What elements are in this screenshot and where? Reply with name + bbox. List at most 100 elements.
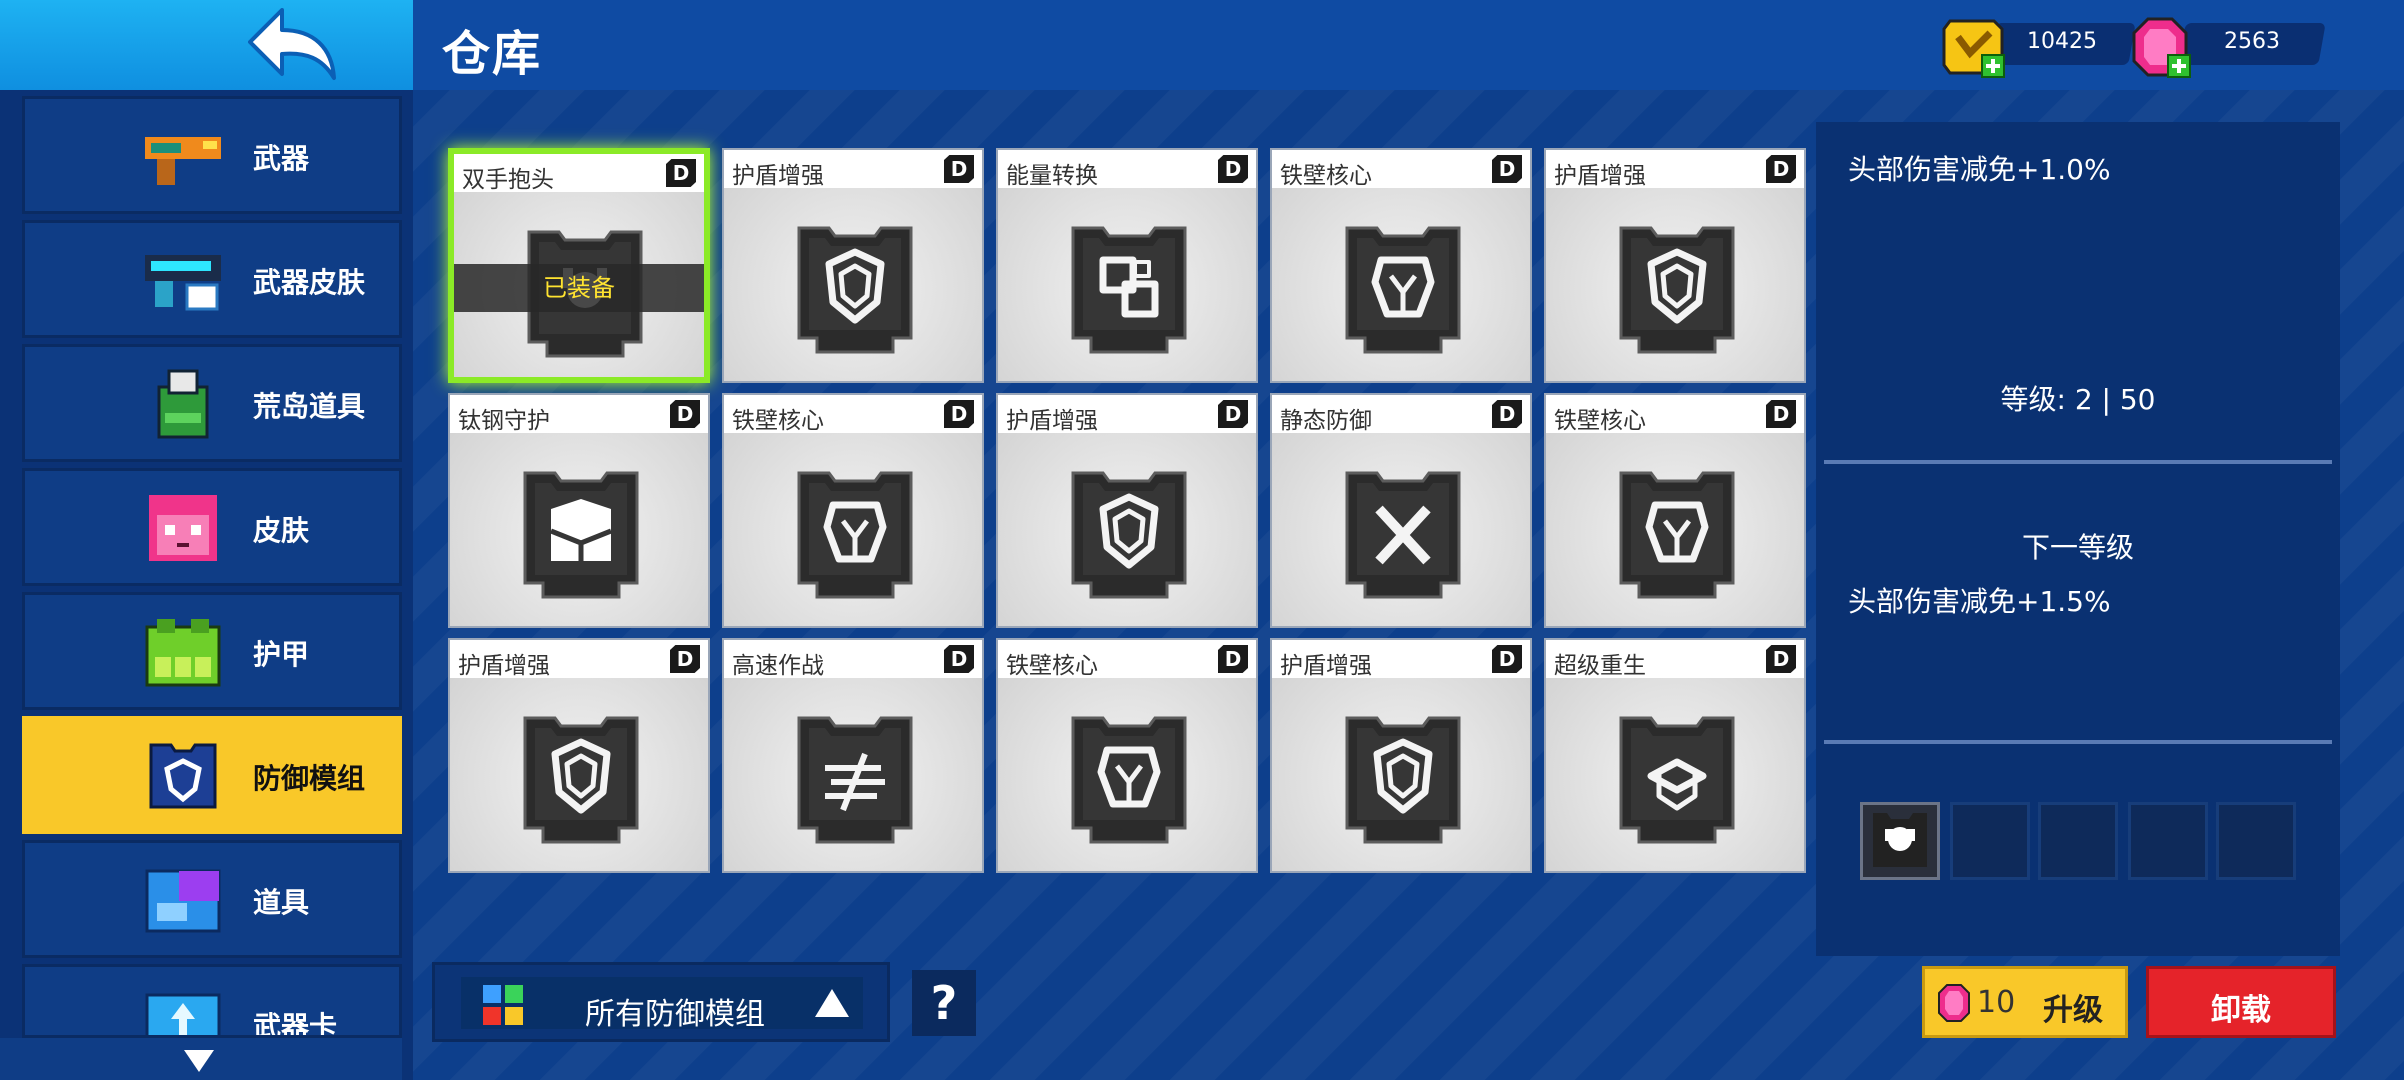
module-name: 铁壁核心 [1554,408,1646,434]
energy-convert-icon [1071,226,1187,354]
filter-label: 所有防御模组 [585,997,765,1032]
shield-icon [523,716,639,844]
module-card[interactable]: 护盾增强 D [996,393,1258,628]
module-detail-panel: 头部伤害减免+1.0% 等级: 2 | 50 下一等级 头部伤害减免+1.5% [1816,122,2340,956]
grade-badge: D [1218,645,1248,673]
module-name: 护盾增强 [1554,163,1646,189]
grade-badge: D [670,400,700,428]
module-name: 护盾增强 [732,163,824,189]
current-stat: 头部伤害减免+1.0% [1848,153,2111,186]
iron-core-icon [1619,471,1735,599]
iron-core-icon [1071,716,1187,844]
grade-badge: D [1492,155,1522,183]
grade-badge: D [944,400,974,428]
module-card[interactable]: 铁壁核心 D [1544,393,1806,628]
module-card[interactable]: 高速作战 D [722,638,984,873]
module-card[interactable]: 钛钢守护 D [448,393,710,628]
back-area [0,0,413,90]
iron-core-icon [797,471,913,599]
module-card[interactable]: 能量转换 D [996,148,1258,383]
weapon-skin-icon [145,255,221,311]
module-card[interactable]: 双手抱头 D 已装备 [448,148,710,383]
module-name: 高速作战 [732,653,824,679]
module-card[interactable]: 铁壁核心 D [996,638,1258,873]
grade-badge: D [944,645,974,673]
level-text: 等级: 2 | 50 [2000,383,2156,416]
defense-module-icon [149,743,217,809]
divider [1824,740,2332,744]
module-card[interactable]: 护盾增强 D [1270,638,1532,873]
sidebar-item-label: 武器卡 [253,1010,338,1038]
module-name: 铁壁核心 [1006,653,1098,679]
empty-slot[interactable] [1950,802,2030,880]
shield-icon [1619,226,1735,354]
back-button[interactable] [248,6,338,84]
shield-icon [1345,716,1461,844]
module-name: 静态防御 [1280,408,1372,434]
gadget-box-icon [145,869,221,933]
sidebar-item-label: 护甲 [253,638,310,671]
sidebar-item-skins[interactable]: 皮肤 [22,468,402,586]
uninstall-button[interactable]: 卸载 [2146,966,2336,1038]
module-grid: 双手抱头 D 已装备 护盾增强 D 能量转换 D 铁壁核心 D 护盾增强 D 钛… [448,148,1806,874]
sidebar-item-label: 武器 [253,142,310,175]
sidebar-item-defense-modules[interactable]: 防御模组 [22,716,402,834]
grade-badge: D [1766,155,1796,183]
iron-core-icon [1345,226,1461,354]
sidebar-item-armor[interactable]: 护甲 [22,592,402,710]
help-button[interactable]: ? [912,970,976,1036]
static-defense-icon [1345,471,1461,599]
upgrade-button[interactable]: 10 升级 [1922,966,2128,1038]
grade-badge: D [1492,400,1522,428]
module-card[interactable]: 超级重生 D [1544,638,1806,873]
divider [1824,460,2332,464]
gun-icon [145,137,221,185]
chevron-down-icon [184,1050,214,1072]
module-name: 钛钢守护 [458,408,550,434]
module-card[interactable]: 护盾增强 D [1544,148,1806,383]
shield-icon [797,226,913,354]
grade-badge: D [1766,400,1796,428]
module-card[interactable]: 护盾增强 D [722,148,984,383]
upgrade-cost: 10 [1977,985,2016,1020]
grade-badge: D [670,645,700,673]
sidebar-item-label: 道具 [253,886,310,919]
module-card[interactable]: 护盾增强 D [448,638,710,873]
next-stat: 头部伤害减免+1.5% [1848,585,2111,618]
sidebar-item-weapons[interactable]: 武器 [22,96,402,214]
gem-balance: 2563 [2132,17,2332,78]
module-card[interactable]: 铁壁核心 D [722,393,984,628]
grade-badge: D [1218,155,1248,183]
module-name: 双手抱头 [462,167,554,193]
coin-icon[interactable] [1942,17,2008,79]
module-name: 护盾增强 [458,653,550,679]
gem-icon[interactable] [2132,17,2194,79]
high-speed-icon [797,716,913,844]
weapon-card-icon [145,993,221,1035]
empty-slot[interactable] [2038,802,2118,880]
sidebar-item-label: 武器皮肤 [253,266,366,299]
module-card[interactable]: 铁壁核心 D [1270,148,1532,383]
empty-slot[interactable] [2128,802,2208,880]
hands-head-icon [1873,813,1927,867]
shield-icon [1071,471,1187,599]
uninstall-label: 卸载 [2211,993,2271,1028]
sidebar-item-gadgets[interactable]: 道具 [22,840,402,958]
grade-badge: D [944,155,974,183]
upgrade-label: 升级 [2043,993,2103,1028]
grade-badge: D [1492,645,1522,673]
module-filter-dropdown[interactable]: 所有防御模组 [432,962,890,1042]
module-name: 超级重生 [1554,653,1646,679]
sidebar-item-label: 皮肤 [253,514,310,547]
module-name: 护盾增强 [1280,653,1372,679]
skin-face-icon [149,495,217,561]
empty-slot[interactable] [2216,802,2296,880]
grade-badge: D [1766,645,1796,673]
equipped-slot[interactable] [1860,802,1940,880]
coin-balance: 10425 [1942,17,2142,78]
sidebar-item-island-gear[interactable]: 荒岛道具 [22,344,402,462]
module-card[interactable]: 静态防御 D [1270,393,1532,628]
sidebar-item-weapon-cards[interactable]: 武器卡 [22,964,402,1038]
sidebar-item-weapon-skins[interactable]: 武器皮肤 [22,220,402,338]
sidebar-scroll-down[interactable] [0,1038,402,1080]
